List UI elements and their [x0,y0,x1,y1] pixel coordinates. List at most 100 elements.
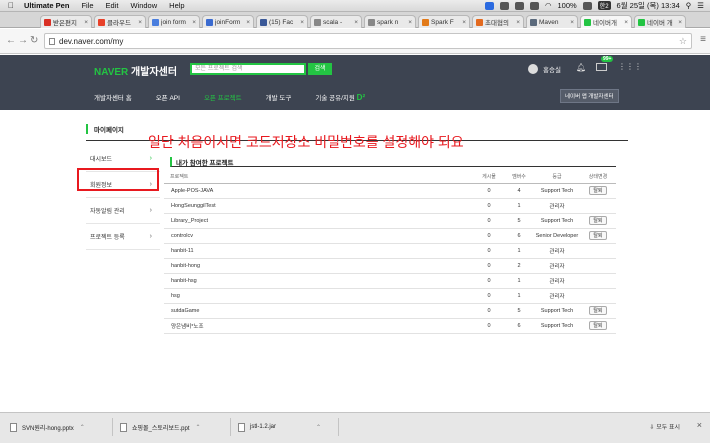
search-icon[interactable]: ⚲ [686,1,692,10]
members-count: 4 [504,183,534,199]
sidebar-item-project-register[interactable]: 프로젝트 등록 › [86,224,160,250]
menu-file[interactable]: File [81,1,93,10]
wifi-icon[interactable]: ◠ [545,1,552,10]
naver-dev-logo[interactable]: NAVER 개발자센터 [94,63,177,78]
browser-menu-icon[interactable]: ≡ [700,34,706,45]
posts-count: 0 [474,273,504,289]
tray-icon[interactable] [529,1,539,10]
project-name: sutdaGame [164,303,474,319]
reload-icon[interactable]: ↻ [30,35,38,46]
posts-count: 0 [474,213,504,229]
battery-icon[interactable] [582,1,592,10]
close-icon[interactable]: × [460,19,466,26]
menu-tech-share[interactable]: 기술 공유/지원 D² [315,92,365,102]
close-icon[interactable]: × [622,19,628,26]
bookmark-star-icon[interactable]: ☆ [679,34,687,49]
tray-icon[interactable] [499,1,509,10]
posts-count: 0 [474,288,504,304]
menu-home[interactable]: 개발자센터 홈 [94,92,132,102]
menu-help[interactable]: Help [169,1,184,10]
grade: Support Tech [534,318,580,334]
url-input[interactable]: dev.naver.com/my ☆ [44,33,692,49]
favicon-icon [584,18,591,26]
withdraw-button[interactable]: 탈퇴 [589,186,607,195]
tab-label: scala - [323,18,343,26]
sidebar-item-auto-alert[interactable]: 자동알림 관리 › [86,198,160,224]
close-icon[interactable]: × [514,19,520,26]
download-item[interactable]: SVN원리-hong.pptx ⌃ [10,419,85,435]
menu-open-api[interactable]: 오픈 API [156,92,180,102]
download-item[interactable]: jstl-1.2.jar ⌃ [238,419,321,435]
browser-tab[interactable]: 받은편지 × [40,15,92,28]
close-icon[interactable]: × [244,19,250,26]
members-count: 2 [504,258,534,274]
withdraw-button[interactable]: 탈퇴 [589,216,607,225]
project-name: Library_Project [164,213,474,229]
favicon-icon [530,18,537,26]
forward-icon[interactable]: → [18,35,28,46]
posts-count: 0 [474,303,504,319]
search-input[interactable]: 모든 프로젝트 검색 [190,63,306,75]
username: 홍승실 [543,67,561,74]
browser-tab[interactable]: (15) Fac × [256,15,308,28]
mac-menu-bar:  Ultimate Pen File Edit Window Help ◠ 1… [0,0,710,12]
withdraw-button[interactable]: 탈퇴 [589,231,607,240]
projects-section: 내가 참여한 프로젝트 프로젝트 게시물 멤버수 등급 상태변경 Apple-P… [164,157,616,334]
menu-open-project[interactable]: 오픈 프로젝트 [204,92,242,102]
grade: Support Tech [534,303,580,319]
close-icon[interactable]: × [697,420,702,430]
tray-icon[interactable] [514,1,524,10]
datetime[interactable]: 6월 25일 (목) 13:34 [617,0,680,11]
browser-tab[interactable]: spark n × [364,15,416,28]
caret-icon[interactable]: ⌃ [80,424,85,431]
withdraw-button[interactable]: 탈퇴 [589,321,607,330]
browser-tab[interactable]: Maven × [526,15,578,28]
app-name[interactable]: Ultimate Pen [24,1,69,10]
close-icon[interactable]: × [406,19,412,26]
close-icon[interactable]: × [676,19,682,26]
app-dev-center-button[interactable]: 네이버 앱 개발자센터 [560,89,619,103]
back-icon[interactable]: ← [6,35,16,46]
dropbox-icon[interactable] [484,1,494,10]
caret-icon[interactable]: ⌃ [316,424,321,431]
browser-tab[interactable]: 네이버개 × [580,15,632,28]
close-icon[interactable]: × [190,19,196,26]
grade: 관리자 [534,288,580,304]
download-item[interactable]: 쇼핑몰_스토리보드.ppt ⌃ [120,419,201,435]
withdraw-button[interactable]: 탈퇴 [589,306,607,315]
page-icon [49,38,55,45]
apps-grid-icon[interactable]: ⋮⋮⋮ [618,63,642,72]
notification-icon[interactable]: ☰ [697,1,704,10]
show-all-downloads[interactable]: ⇩ 모두 표시 [650,422,680,431]
browser-tab[interactable]: joinForm × [202,15,254,28]
divider [230,418,231,436]
bell-icon[interactable]: 🔔︎ [576,63,586,72]
menu-edit[interactable]: Edit [106,1,119,10]
browser-tab[interactable]: 초대협의 × [472,15,524,28]
browser-tab[interactable]: 네이버 개 × [634,15,686,28]
browser-tab[interactable]: scala - × [310,15,362,28]
browser-tab[interactable]: Spark F × [418,15,470,28]
favicon-icon [260,18,267,26]
menu-window[interactable]: Window [130,1,157,10]
close-icon[interactable]: × [298,19,304,26]
close-icon[interactable]: × [82,19,88,26]
browser-tab[interactable]: 클라우드 × [94,15,146,28]
input-method[interactable]: 한2 [597,1,611,10]
grade: 관리자 [534,273,580,289]
caret-icon[interactable]: ⌃ [196,424,201,431]
close-icon[interactable]: × [136,19,142,26]
project-name: hsg [164,288,474,304]
table-row: HongSeunggilTest 0 1 관리자 [164,198,616,214]
status-cell [580,288,616,304]
browser-tab[interactable]: join form × [148,15,200,28]
annotation-text: 일단 처음이시면 코드저장소 비밀번호를 설정해야 되요 [148,134,464,150]
menu-dev-tools[interactable]: 개발 도구 [266,92,292,102]
project-name: HongSeunggilTest [164,198,474,214]
mail-icon[interactable] [596,63,607,71]
apple-icon[interactable]:  [8,1,14,10]
user-menu[interactable]: 홍승실 [528,64,561,74]
close-icon[interactable]: × [352,19,358,26]
search-button[interactable]: 검색 [308,63,332,75]
close-icon[interactable]: × [568,19,574,26]
